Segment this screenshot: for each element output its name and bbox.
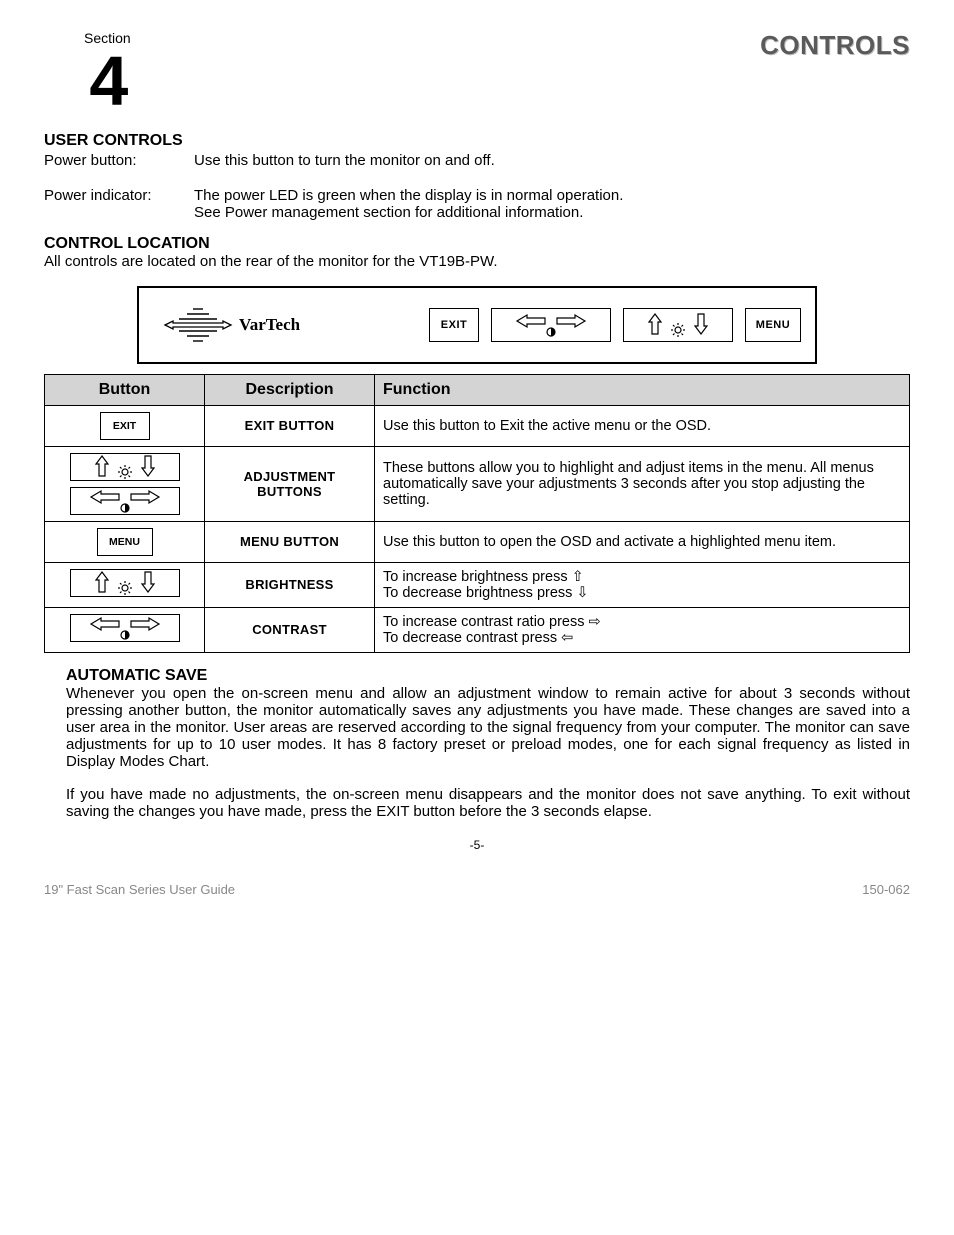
- row-func: Use this button to Exit the active menu …: [375, 405, 910, 446]
- section-number: 4: [89, 52, 125, 112]
- power-button-text: Use this button to turn the monitor on a…: [194, 152, 910, 169]
- updown-button-glyph: [70, 569, 180, 597]
- control-location-text: All controls are located on the rear of …: [44, 253, 910, 270]
- row-func: These buttons allow you to highlight and…: [375, 446, 910, 521]
- leftright-button-glyph: [70, 614, 180, 642]
- row-func-line1: To increase brightness press ⇧: [383, 569, 901, 585]
- up-down-arrow-icon: [645, 312, 711, 338]
- power-indicator-text-2: See Power management section for additio…: [194, 204, 910, 221]
- auto-save-p1: Whenever you open the on-screen menu and…: [66, 685, 910, 770]
- th-function: Function: [375, 374, 910, 405]
- left-right-arrow-icon: [515, 312, 587, 338]
- vartech-brand: VarTech: [239, 315, 300, 335]
- user-controls-heading: USER CONTROLS: [44, 132, 910, 150]
- up-down-arrow-icon: [92, 570, 158, 596]
- row-desc: CONTRAST: [205, 607, 375, 652]
- panel-contrast-button: [491, 308, 611, 342]
- table-row: CONTRAST To increase contrast ratio pres…: [45, 607, 910, 652]
- table-row: MENU MENU BUTTON Use this button to open…: [45, 521, 910, 562]
- footer-right: 150-062: [862, 882, 910, 897]
- vartech-lines-icon: [163, 307, 233, 343]
- page-number: -5-: [44, 838, 910, 852]
- footer-left: 19" Fast Scan Series User Guide: [44, 882, 235, 897]
- up-down-arrow-icon: [92, 454, 158, 480]
- power-indicator-label: Power indicator:: [44, 187, 194, 221]
- table-row: ADJUSTMENT BUTTONS These buttons allow y…: [45, 446, 910, 521]
- panel-menu-button: MENU: [745, 308, 801, 342]
- menu-button-glyph: MENU: [97, 528, 153, 556]
- row-desc: BRIGHTNESS: [205, 562, 375, 607]
- table-row: EXIT EXIT BUTTON Use this button to Exit…: [45, 405, 910, 446]
- row-func-line2: To decrease contrast press ⇦: [383, 630, 901, 646]
- row-func-line1: To increase contrast ratio press ⇨: [383, 614, 901, 630]
- vartech-logo: VarTech: [163, 307, 300, 343]
- row-func-line2: To decrease brightness press ⇩: [383, 585, 901, 601]
- power-indicator-text-1: The power LED is green when the display …: [194, 187, 910, 204]
- auto-save-p2: If you have made no adjustments, the on-…: [66, 786, 910, 820]
- controls-table: Button Description Function EXIT EXIT BU…: [44, 374, 910, 653]
- th-button: Button: [45, 374, 205, 405]
- row-func: Use this button to open the OSD and acti…: [375, 521, 910, 562]
- table-row: BRIGHTNESS To increase brightness press …: [45, 562, 910, 607]
- th-description: Description: [205, 374, 375, 405]
- row-desc: MENU BUTTON: [205, 521, 375, 562]
- row-desc: ADJUSTMENT BUTTONS: [205, 446, 375, 521]
- exit-button-glyph: EXIT: [100, 412, 150, 440]
- leftright-button-glyph: [70, 487, 180, 515]
- updown-button-glyph: [70, 453, 180, 481]
- left-right-arrow-icon: [89, 488, 161, 514]
- power-button-label: Power button:: [44, 152, 194, 169]
- panel-brightness-button: [623, 308, 733, 342]
- control-panel-figure: VarTech EXIT MENU: [137, 286, 817, 364]
- row-desc: EXIT BUTTON: [205, 405, 375, 446]
- page-title: CONTROLS: [760, 30, 910, 61]
- auto-save-heading: AUTOMATIC SAVE: [66, 667, 910, 685]
- control-location-heading: CONTROL LOCATION: [44, 235, 910, 253]
- left-right-arrow-icon: [89, 615, 161, 641]
- panel-exit-button: EXIT: [429, 308, 479, 342]
